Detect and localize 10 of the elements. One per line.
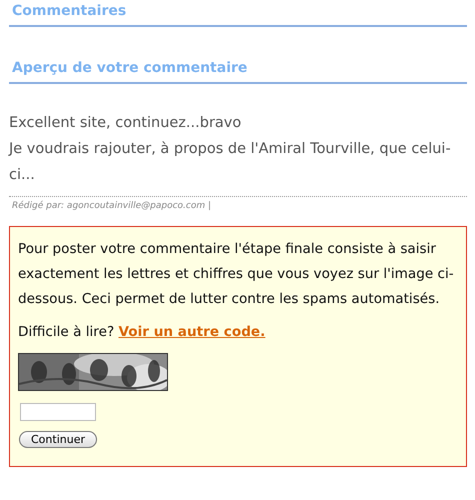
continue-button[interactable]: Continuer [19,431,97,448]
comment-text: Je voudrais rajouter, à propos de l'Amiral Tourville, que celui-ci... [9,140,452,185]
captcha-input[interactable] [20,403,96,421]
instructions-text: Pour poster votre commentaire l'étape finale consiste à saisir exactement les lettres et chiffres que vous voyez sur l'image ci-dessous. Ceci permet de lutter contre les spams automatisés. [18,240,455,309]
comment-byline: Rédigé par: agoncoutainville@papoco.com | [11,200,212,211]
hint-text: Difficile à lire? Voir un autre code. [18,323,266,342]
section-heading: Aperçu de votre commentaire [9,57,467,84]
new-code-link[interactable]: Voir un autre code. [118,324,266,340]
section-heading: Commentaires [9,0,467,27]
comment-text: Excellent site, continuez...bravo [9,114,242,133]
